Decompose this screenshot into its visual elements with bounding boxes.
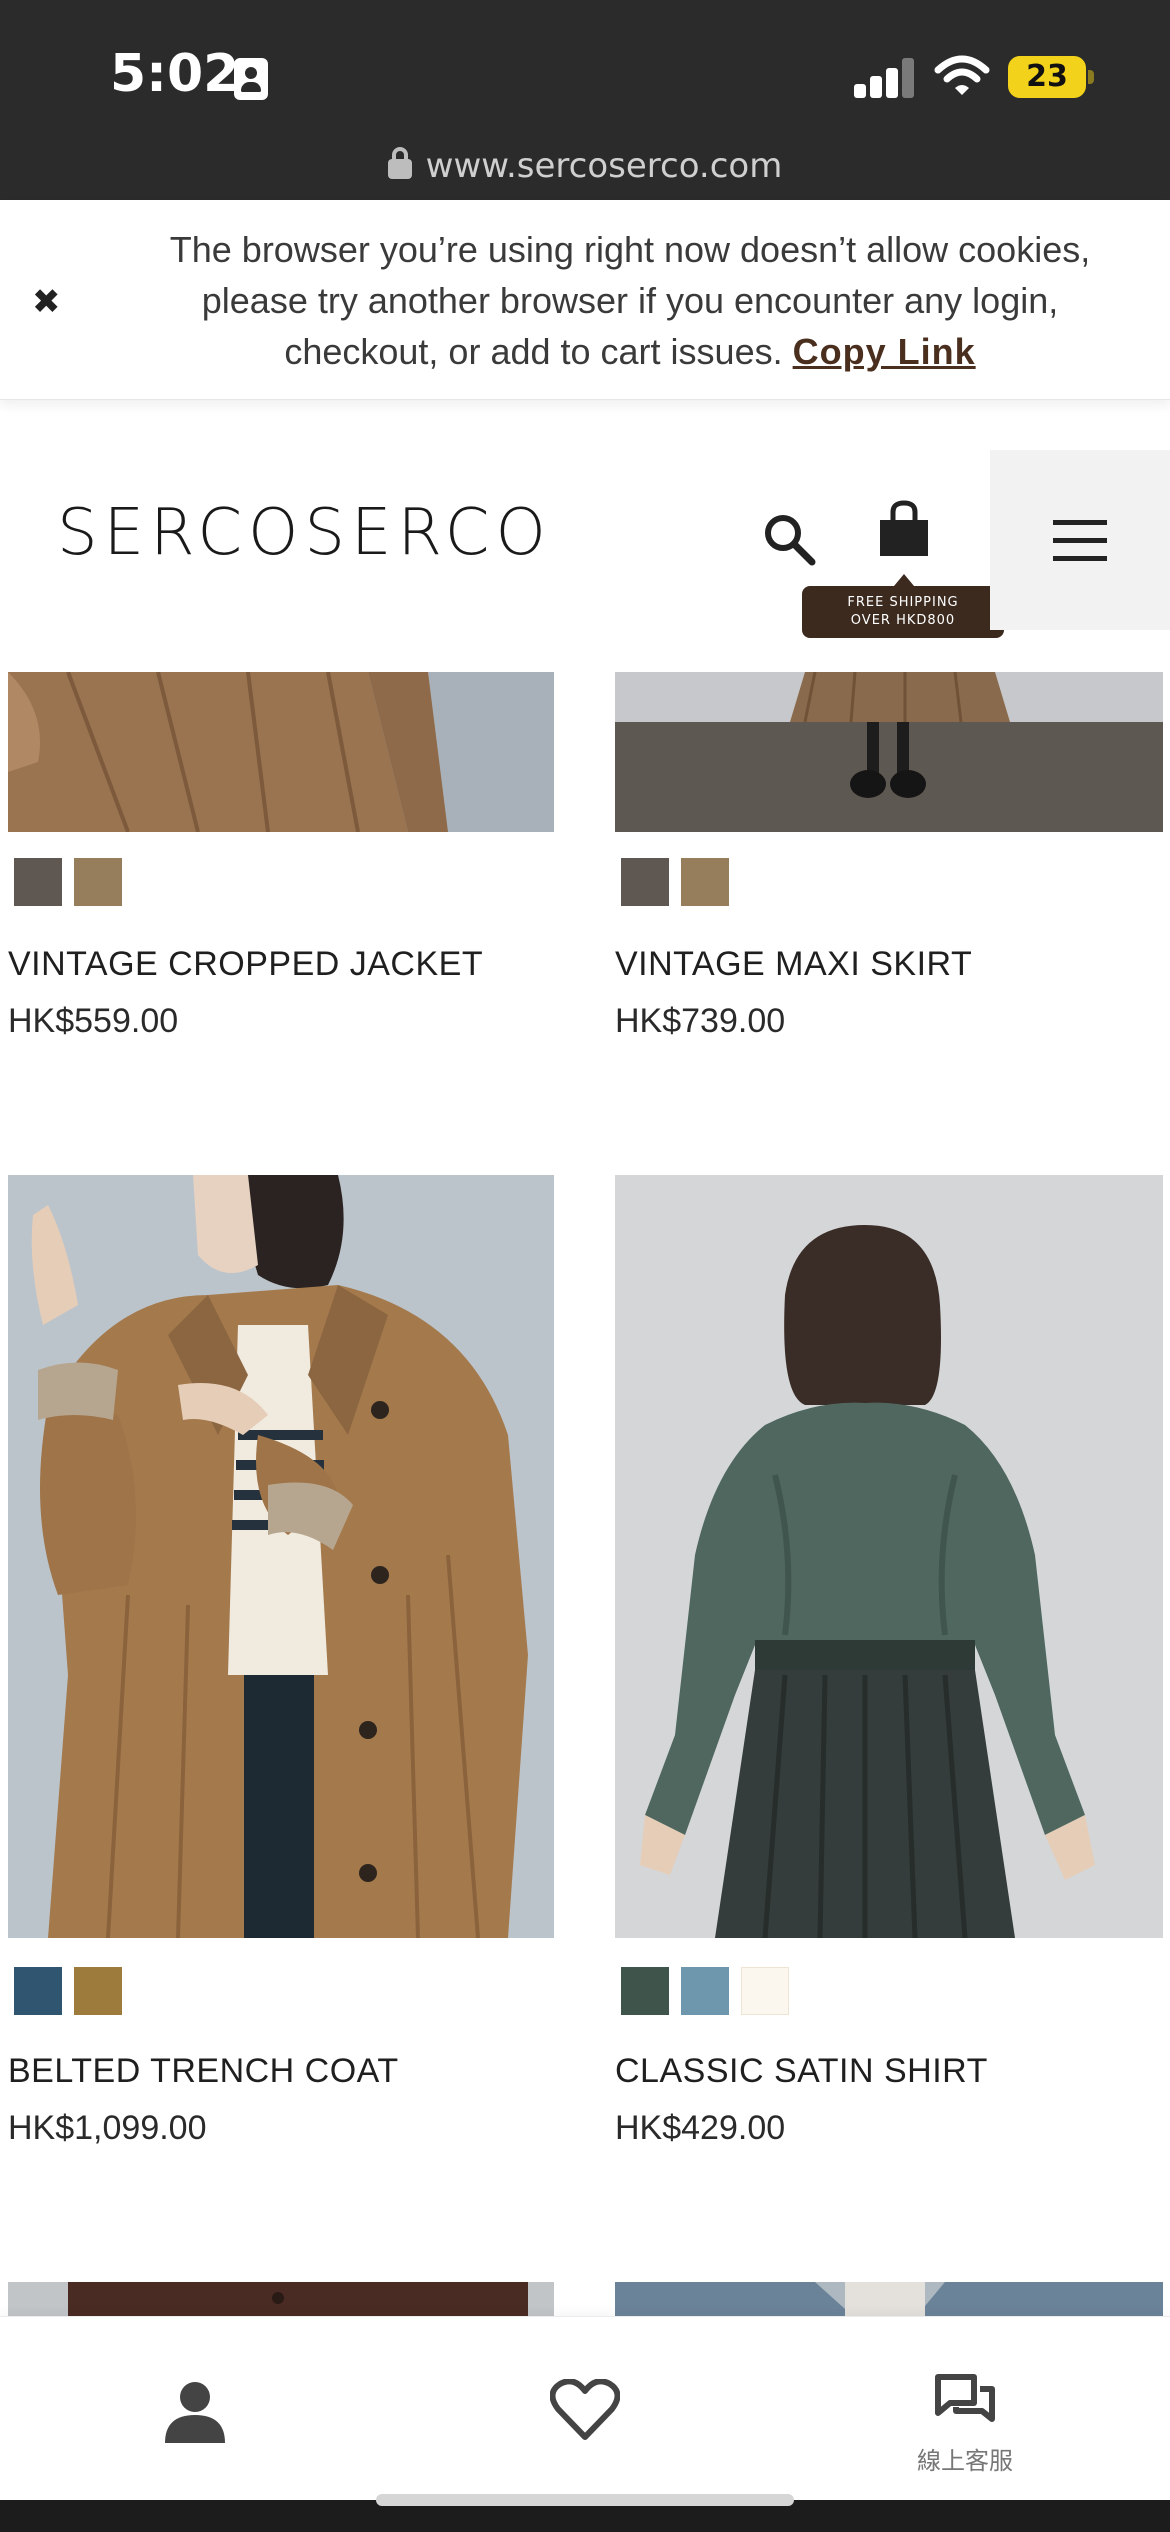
menu-button[interactable] xyxy=(990,450,1170,630)
shipping-line-1: FREE SHIPPING xyxy=(847,595,959,610)
close-icon[interactable]: ✖ xyxy=(32,282,61,322)
color-swatch[interactable] xyxy=(74,858,122,906)
chat-nav-item[interactable] xyxy=(900,2317,1030,2517)
color-swatch[interactable] xyxy=(681,1967,729,2015)
free-shipping-badge: FREE SHIPPING OVER HKD800 xyxy=(802,574,1004,638)
color-swatch[interactable] xyxy=(621,1967,669,2015)
product-photo xyxy=(615,672,1163,832)
battery-tip xyxy=(1088,70,1094,84)
home-indicator[interactable] xyxy=(376,2494,794,2506)
id-card-icon xyxy=(234,58,268,100)
menu-icon-bar xyxy=(1053,538,1107,543)
shopping-bag-icon[interactable] xyxy=(876,500,932,558)
lock-icon xyxy=(387,147,412,179)
wishlist-nav-item[interactable] xyxy=(520,2317,650,2517)
cookie-banner: ✖ The browser you’re using right now doe… xyxy=(0,200,1170,400)
product-photo xyxy=(8,2282,554,2318)
chat-label: 線上客服 xyxy=(917,2447,1013,2475)
menu-icon xyxy=(1053,520,1107,525)
cellular-signal-icon xyxy=(854,58,914,98)
product-name[interactable]: CLASSIC SATIN SHIRT xyxy=(615,2052,988,2091)
site-logo[interactable]: SERCOSERCO xyxy=(57,496,552,570)
address-bar[interactable]: www.sercoserco.com xyxy=(0,146,1170,186)
wifi-icon xyxy=(934,55,990,95)
color-swatch[interactable] xyxy=(741,1967,789,2015)
copy-link-button[interactable]: Copy Link xyxy=(793,331,976,372)
menu-icon-bar xyxy=(1053,556,1107,561)
color-swatch[interactable] xyxy=(14,1967,62,2015)
product-image-next-left[interactable] xyxy=(8,2282,554,2318)
status-bar: 5:02 23 www.sercoserco.com xyxy=(0,0,1170,200)
shipping-line-2: OVER HKD800 xyxy=(850,613,956,628)
product-name[interactable]: VINTAGE CROPPED JACKET xyxy=(8,945,483,984)
product-price: HK$429.00 xyxy=(615,2109,786,2147)
product-photo xyxy=(615,2282,1163,2318)
search-icon[interactable] xyxy=(762,512,816,566)
product-image-vintage-cropped-jacket[interactable] xyxy=(8,672,554,832)
user-icon xyxy=(165,2382,225,2443)
product-image-vintage-maxi-skirt[interactable] xyxy=(615,672,1163,832)
color-swatch[interactable] xyxy=(74,1967,122,2015)
heart-icon xyxy=(550,2379,620,2440)
product-image-classic-satin-shirt[interactable] xyxy=(615,1175,1163,1938)
product-price: HK$1,099.00 xyxy=(8,2109,207,2147)
battery-indicator: 23 xyxy=(1008,56,1086,98)
product-image-next-right[interactable] xyxy=(615,2282,1163,2318)
status-time: 5:02 xyxy=(110,44,240,104)
product-price: HK$559.00 xyxy=(8,1002,179,1040)
cookie-message: The browser you’re using right now doesn… xyxy=(130,224,1130,377)
site-header: SERCOSERCO FREE SHIPPING OVER HKD800 xyxy=(0,430,1170,670)
chat-icon xyxy=(935,2374,995,2422)
color-swatch[interactable] xyxy=(681,858,729,906)
color-swatch[interactable] xyxy=(14,858,62,906)
product-name[interactable]: VINTAGE MAXI SKIRT xyxy=(615,945,972,984)
product-name[interactable]: BELTED TRENCH COAT xyxy=(8,2052,399,2091)
product-price: HK$739.00 xyxy=(615,1002,786,1040)
product-image-belted-trench-coat[interactable] xyxy=(8,1175,554,1938)
account-nav-item[interactable] xyxy=(130,2317,260,2517)
bottom-navigation: 線上客服 xyxy=(0,2316,1170,2516)
product-photo xyxy=(8,1175,554,1938)
url-text: www.sercoserco.com xyxy=(425,146,783,186)
product-photo xyxy=(8,672,554,832)
product-photo xyxy=(615,1175,1163,1938)
color-swatch[interactable] xyxy=(621,858,669,906)
